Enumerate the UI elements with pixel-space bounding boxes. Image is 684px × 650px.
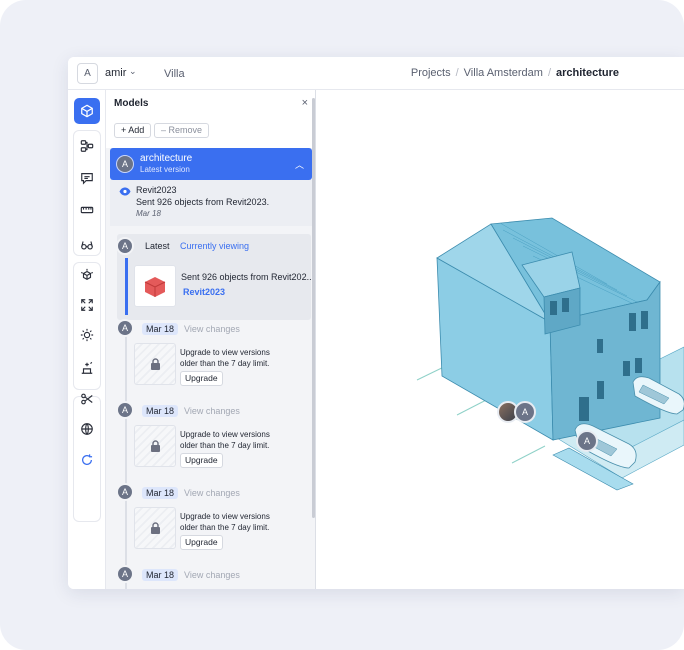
project-name[interactable]: Villa <box>164 68 185 80</box>
locked-thumbnail <box>134 343 176 385</box>
panel-toolbar: + Add – Remove <box>106 116 315 148</box>
upgrade-text-line-2: older than the 7 day limit. <box>180 359 270 368</box>
explode-icon[interactable] <box>74 262 100 288</box>
panel-scrollbar[interactable] <box>312 98 315 518</box>
model-version-label: Latest version <box>140 165 190 174</box>
models-panel: Models × + Add – Remove A architecture L… <box>106 90 316 589</box>
source-date: Mar 18 <box>136 209 161 218</box>
measure-icon[interactable] <box>74 197 100 223</box>
breadcrumb-separator: / <box>455 67 459 79</box>
comment-marker[interactable]: A <box>514 401 536 423</box>
user-avatar[interactable]: A <box>77 63 98 84</box>
version-date: Mar 18 <box>142 323 179 335</box>
upgrade-text-line-2: older than the 7 day limit. <box>180 523 270 532</box>
glasses-icon[interactable] <box>74 232 100 258</box>
app-window: A amir ⌄ Villa Projects / Villa Amsterda… <box>68 57 684 589</box>
source-message: Sent 926 objects from Revit2023. <box>136 197 270 207</box>
source-name: Revit2023 <box>136 185 177 195</box>
view-changes-link[interactable]: View changes <box>184 570 240 580</box>
remove-model-button[interactable]: – Remove <box>154 123 210 138</box>
comment-icon[interactable] <box>74 165 100 191</box>
dormer-window <box>550 301 557 315</box>
selected-model[interactable]: A architecture Latest version ︿ <box>110 148 312 180</box>
lock-icon <box>150 522 160 534</box>
cube-icon[interactable] <box>74 98 100 124</box>
lock-icon <box>150 440 160 452</box>
version-avatar: A <box>116 401 134 419</box>
model-viewer[interactable]: A A <box>317 90 684 589</box>
refresh-icon[interactable] <box>74 447 100 473</box>
version-avatar: A <box>116 237 134 255</box>
house-3d-model[interactable] <box>317 90 684 589</box>
close-icon[interactable]: × <box>302 97 308 109</box>
nodes-icon[interactable] <box>74 133 100 159</box>
upgrade-button[interactable]: Upgrade <box>180 371 223 386</box>
sparkle-icon[interactable] <box>74 355 100 381</box>
top-bar: A amir ⌄ Villa Projects / Villa Amsterda… <box>68 57 684 90</box>
version-date: Mar 18 <box>142 405 179 417</box>
breadcrumb: Projects / Villa Amsterdam / architectur… <box>411 67 619 79</box>
lock-icon <box>150 358 160 370</box>
chevron-up-icon[interactable]: ︿ <box>295 158 304 171</box>
tool-rail <box>68 90 106 589</box>
panel-header: Models × <box>106 90 315 116</box>
breadcrumb-separator: / <box>547 67 552 79</box>
upgrade-button[interactable]: Upgrade <box>180 453 223 468</box>
currently-viewing-label: Currently viewing <box>180 241 250 251</box>
upgrade-text-line-1: Upgrade to view versions <box>180 430 270 439</box>
user-name[interactable]: amir <box>105 67 126 79</box>
add-model-button[interactable]: + Add <box>114 123 152 138</box>
view-changes-link[interactable]: View changes <box>184 406 240 416</box>
breadcrumb-projects[interactable]: Projects <box>411 67 451 79</box>
chevron-down-icon[interactable]: ⌄ <box>129 66 137 77</box>
model-name: architecture <box>140 153 193 164</box>
breadcrumb-project[interactable]: Villa Amsterdam <box>464 67 543 79</box>
comment-marker[interactable]: A <box>576 430 598 452</box>
view-changes-link[interactable]: View changes <box>184 324 240 334</box>
locked-thumbnail <box>134 507 176 549</box>
version-thumbnail <box>134 265 176 307</box>
version-date: Mar 18 <box>142 569 179 581</box>
dormer-window <box>562 298 569 312</box>
scissors-icon[interactable] <box>74 386 100 412</box>
fullscreen-icon[interactable] <box>74 292 100 318</box>
breadcrumb-model: architecture <box>556 67 619 79</box>
panel-title: Models <box>114 98 149 109</box>
model-source: Revit2023 Sent 926 objects from Revit202… <box>110 180 312 226</box>
version-avatar: A <box>116 483 134 501</box>
globe-icon[interactable] <box>74 416 100 442</box>
version-label: Latest <box>145 241 170 251</box>
active-indicator <box>125 258 128 315</box>
upgrade-button[interactable]: Upgrade <box>180 535 223 550</box>
version-message: Sent 926 objects from Revit202... <box>181 272 315 282</box>
upgrade-text-line-2: older than the 7 day limit. <box>180 441 270 450</box>
model-thumbnail-icon <box>144 277 166 297</box>
model-avatar: A <box>116 155 134 173</box>
sun-icon[interactable] <box>74 322 100 348</box>
version-source-link[interactable]: Revit2023 <box>183 287 225 297</box>
locked-thumbnail <box>134 425 176 467</box>
version-avatar: A <box>116 319 134 337</box>
view-changes-link[interactable]: View changes <box>184 488 240 498</box>
version-date: Mar 18 <box>142 487 179 499</box>
eye-icon[interactable] <box>119 187 131 196</box>
upgrade-text-line-1: Upgrade to view versions <box>180 512 270 521</box>
version-avatar: A <box>116 565 134 583</box>
upgrade-text-line-1: Upgrade to view versions <box>180 348 270 357</box>
